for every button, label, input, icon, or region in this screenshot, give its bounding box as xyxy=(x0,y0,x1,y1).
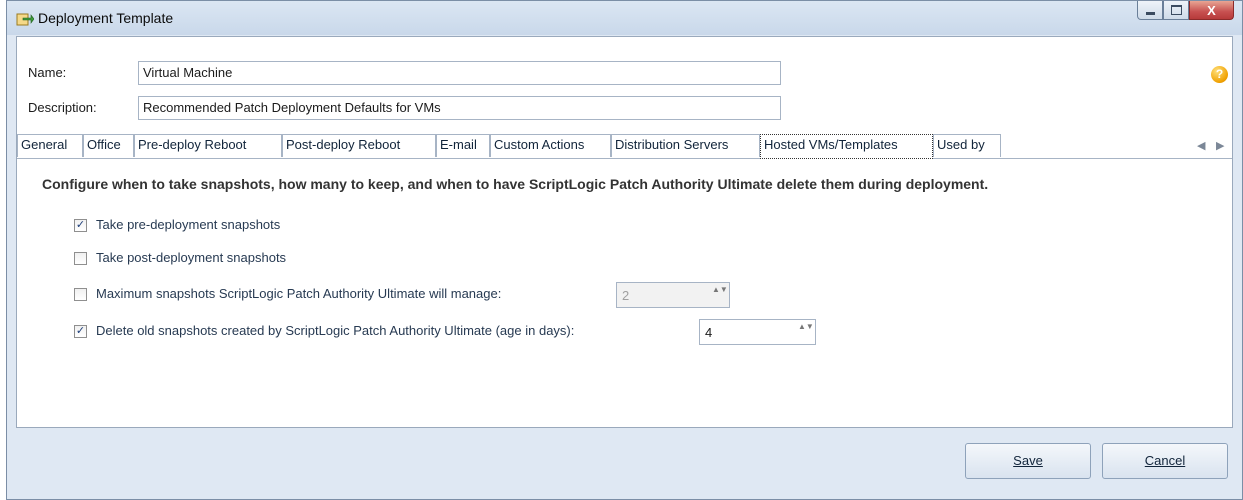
delete-old-snapshots-checkbox[interactable]: ✓ xyxy=(74,325,87,338)
tab-email[interactable]: E-mail xyxy=(436,134,490,157)
tab-post-deploy-reboot[interactable]: Post-deploy Reboot xyxy=(282,134,436,157)
tab-general[interactable]: General xyxy=(17,134,83,157)
tab-pre-deploy-reboot-label: Pre-deploy Reboot xyxy=(138,137,247,152)
tab-strip: General Office Pre-deploy Reboot Post-de… xyxy=(17,134,1232,159)
spinner-arrows-icon[interactable]: ▲▼ xyxy=(798,322,814,342)
main-panel: Name: Virtual Machine Description: Recom… xyxy=(16,36,1233,428)
cancel-button[interactable]: Cancel xyxy=(1102,443,1228,479)
delete-age-days-spinner[interactable]: 4 ▲▼ xyxy=(699,319,816,345)
name-label: Name: xyxy=(28,65,67,80)
maximum-snapshots-checkbox[interactable] xyxy=(74,288,87,301)
tab-scroll-right-icon[interactable]: ▶ xyxy=(1216,139,1224,152)
tab-distribution-servers-label: Distribution Servers xyxy=(615,137,729,152)
name-field[interactable]: Virtual Machine xyxy=(138,61,781,85)
tab-hosted-vms-templates[interactable]: Hosted VMs/Templates xyxy=(760,134,933,159)
window-controls: X xyxy=(1137,1,1234,21)
hosted-vms-tab-content: Configure when to take snapshots, how ma… xyxy=(17,159,1232,427)
pre-deployment-snapshots-checkbox[interactable]: ✓ xyxy=(74,219,87,232)
button-bar: Save Cancel xyxy=(16,429,1233,497)
section-heading: Configure when to take snapshots, how ma… xyxy=(42,176,989,192)
tab-general-label: General xyxy=(21,137,68,152)
delete-old-snapshots-label: Delete old snapshots created by ScriptLo… xyxy=(96,323,575,338)
tab-email-label: E-mail xyxy=(440,137,477,152)
title-bar: Deployment Template X xyxy=(7,1,1242,35)
maximum-snapshots-value: 2 xyxy=(622,288,630,303)
description-field[interactable]: Recommended Patch Deployment Defaults fo… xyxy=(138,96,781,120)
close-icon: X xyxy=(1207,2,1216,18)
help-icon[interactable]: ? xyxy=(1211,66,1228,83)
tab-pre-deploy-reboot[interactable]: Pre-deploy Reboot xyxy=(134,134,282,157)
save-button[interactable]: Save xyxy=(965,443,1091,479)
tab-distribution-servers[interactable]: Distribution Servers xyxy=(611,134,760,157)
tab-office[interactable]: Office xyxy=(83,134,134,157)
post-deployment-snapshots-label: Take post-deployment snapshots xyxy=(96,250,287,265)
maximum-snapshots-spinner[interactable]: 2 ▲▼ xyxy=(616,282,730,308)
tab-custom-actions-label: Custom Actions xyxy=(494,137,585,152)
tab-used-by[interactable]: Used by xyxy=(933,134,1001,157)
tab-hosted-vms-templates-label: Hosted VMs/Templates xyxy=(764,137,898,152)
post-deployment-snapshots-checkbox[interactable] xyxy=(74,252,87,265)
tab-used-by-label: Used by xyxy=(937,137,985,152)
tab-scroll-left-icon[interactable]: ◀ xyxy=(1197,139,1205,152)
maximize-button[interactable] xyxy=(1163,1,1189,20)
close-button[interactable]: X xyxy=(1189,1,1234,20)
maximum-snapshots-label: Maximum snapshots ScriptLogic Patch Auth… xyxy=(96,286,502,301)
delete-age-days-value: 4 xyxy=(705,325,713,340)
maximize-icon xyxy=(1170,5,1182,15)
window-title: Deployment Template xyxy=(38,10,174,26)
minimize-icon xyxy=(1145,11,1155,15)
description-label: Description: xyxy=(28,100,97,115)
pre-deployment-snapshots-label: Take pre-deployment snapshots xyxy=(96,217,281,232)
deployment-template-icon xyxy=(16,13,34,26)
spinner-arrows-icon[interactable]: ▲▼ xyxy=(712,285,728,305)
minimize-button[interactable] xyxy=(1137,1,1163,20)
tab-post-deploy-reboot-label: Post-deploy Reboot xyxy=(286,137,401,152)
tab-office-label: Office xyxy=(87,137,121,152)
deployment-template-window: Deployment Template X Name: Virtual Mach… xyxy=(6,0,1243,500)
tab-custom-actions[interactable]: Custom Actions xyxy=(490,134,611,157)
